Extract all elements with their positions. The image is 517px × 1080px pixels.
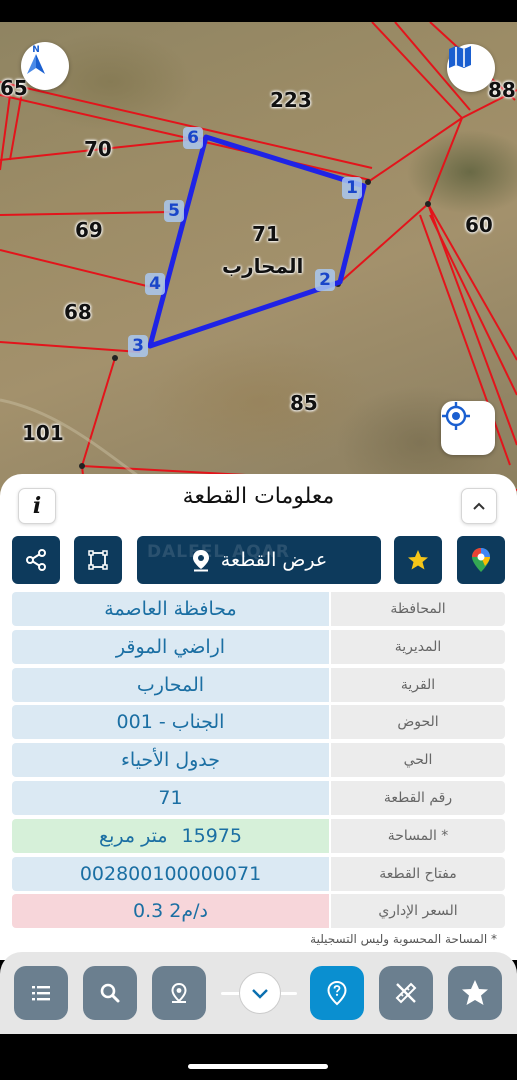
directorate-value: اراضي الموقر [12, 629, 329, 664]
parcel-number-88[interactable]: 88 [488, 78, 516, 102]
village-value: المحارب [12, 667, 329, 702]
location-button[interactable] [152, 966, 206, 1020]
star-icon [462, 980, 488, 1005]
map-icon [449, 46, 471, 68]
map-view[interactable]: 65 223 88 70 60 69 71 المحارب 68 85 101 … [0, 22, 517, 522]
home-indicator[interactable] [188, 1064, 328, 1069]
directorate-label: المديرية [331, 629, 505, 664]
area-value: متر مربع 15975 [12, 818, 329, 853]
star-icon [408, 550, 428, 570]
district-value: جدول الأحياء [12, 743, 329, 778]
collapse-toolbar-button[interactable] [239, 972, 281, 1014]
parcel-key-label: مفتاح القطعة [331, 856, 505, 891]
list-icon [32, 986, 50, 1001]
chevron-down-icon [252, 989, 268, 999]
parcel-number-71[interactable]: 71 [252, 222, 280, 246]
vertex-marker-4[interactable]: 4 [145, 273, 165, 295]
detail-row-governorate: محافظة العاصمة المحافظة [12, 592, 505, 626]
chevron-up-icon [473, 502, 485, 510]
sheet-header: i معلومات القطعة [0, 474, 517, 530]
home-area [0, 1034, 517, 1080]
map-layers-button[interactable] [447, 44, 495, 92]
detail-row-parcel-key: 002800100000071 مفتاح القطعة [12, 856, 505, 891]
parcel-details-table: محافظة العاصمة المحافظة اراضي الموقر الم… [12, 592, 505, 932]
help-location-button[interactable] [310, 966, 364, 1020]
governorate-value: محافظة العاصمة [12, 592, 329, 626]
area-unit: متر مربع [99, 824, 168, 847]
location-pin-icon [171, 982, 187, 1003]
admin-price-value: 0.3 د/م2 [12, 894, 329, 929]
north-arrow-icon: N [27, 45, 45, 74]
svg-text:N: N [32, 45, 40, 55]
view-parcel-button[interactable]: DALEEL AQAR عرض القطعة [137, 536, 381, 584]
parcel-number-69[interactable]: 69 [75, 218, 103, 242]
parcel-number-85[interactable]: 85 [290, 391, 318, 415]
parcel-number-60[interactable]: 60 [465, 213, 493, 237]
favorite-button[interactable] [394, 536, 442, 584]
admin-price-label: السعر الإداري [331, 894, 505, 929]
measure-icon [395, 982, 417, 1004]
search-icon [100, 983, 120, 1003]
watermark: DALEEL AQAR [147, 542, 290, 562]
vertex-marker-6[interactable]: 6 [183, 127, 203, 149]
vertex-marker-5[interactable]: 5 [164, 200, 184, 222]
polygon-shape-button[interactable] [74, 536, 122, 584]
polygon-icon [88, 550, 108, 570]
parcel-number-value: 71 [12, 780, 329, 815]
info-icon: i [32, 493, 42, 519]
list-button[interactable] [14, 966, 68, 1020]
detail-row-district: جدول الأحياء الحي [12, 743, 505, 778]
parcel-number-65[interactable]: 65 [0, 76, 28, 100]
vertex-marker-1[interactable]: 1 [342, 177, 362, 199]
basin-value: الجناب - 001 [12, 705, 329, 740]
detail-row-area: متر مربع 15975 المساحة * [12, 818, 505, 853]
bottom-toolbar [0, 952, 517, 1034]
area-label: المساحة * [331, 818, 505, 853]
status-bar [0, 0, 517, 22]
parcel-number-223[interactable]: 223 [270, 88, 312, 112]
governorate-label: المحافظة [331, 592, 505, 626]
detail-row-village: المحارب القرية [12, 667, 505, 702]
village-label: القرية [331, 667, 505, 702]
parcel-number-68[interactable]: 68 [64, 300, 92, 324]
sheet-title: معلومات القطعة [182, 484, 335, 509]
parcel-key-value: 002800100000071 [12, 856, 329, 891]
basin-label: الحوض [331, 705, 505, 740]
parcel-info-sheet: i معلومات القطعة DALEEL AQAR عرض القطعة … [0, 474, 517, 960]
selected-parcel-name: المحارب [222, 254, 304, 278]
detail-row-basin: الجناب - 001 الحوض [12, 705, 505, 740]
info-button[interactable]: i [18, 488, 56, 524]
google-maps-button[interactable] [457, 536, 505, 584]
vertex-marker-3[interactable]: 3 [128, 335, 148, 357]
my-location-button[interactable] [441, 401, 495, 455]
area-footnote: * المساحة المحسوبة وليس التسجيلية [310, 932, 497, 946]
search-button[interactable] [83, 966, 137, 1020]
parcel-number-label: رقم القطعة [331, 780, 505, 815]
north-compass-button[interactable]: N [21, 42, 69, 90]
crosshair-icon [442, 402, 470, 430]
district-label: الحي [331, 743, 505, 778]
favorites-button[interactable] [448, 966, 502, 1020]
detail-row-parcel-number: 71 رقم القطعة [12, 780, 505, 815]
detail-row-admin-price: 0.3 د/م2 السعر الإداري [12, 894, 505, 929]
area-number: 15975 [181, 824, 242, 847]
google-maps-icon [472, 548, 490, 572]
collapse-button[interactable] [461, 488, 497, 524]
share-icon [26, 549, 46, 571]
detail-row-directorate: اراضي الموقر المديرية [12, 629, 505, 664]
vertex-marker-2[interactable]: 2 [315, 269, 335, 291]
help-pin-icon [327, 980, 347, 1006]
measure-button[interactable] [379, 966, 433, 1020]
parcel-number-101[interactable]: 101 [22, 421, 64, 445]
parcel-number-70[interactable]: 70 [84, 137, 112, 161]
action-row: DALEEL AQAR عرض القطعة [12, 536, 505, 584]
share-button[interactable] [12, 536, 60, 584]
